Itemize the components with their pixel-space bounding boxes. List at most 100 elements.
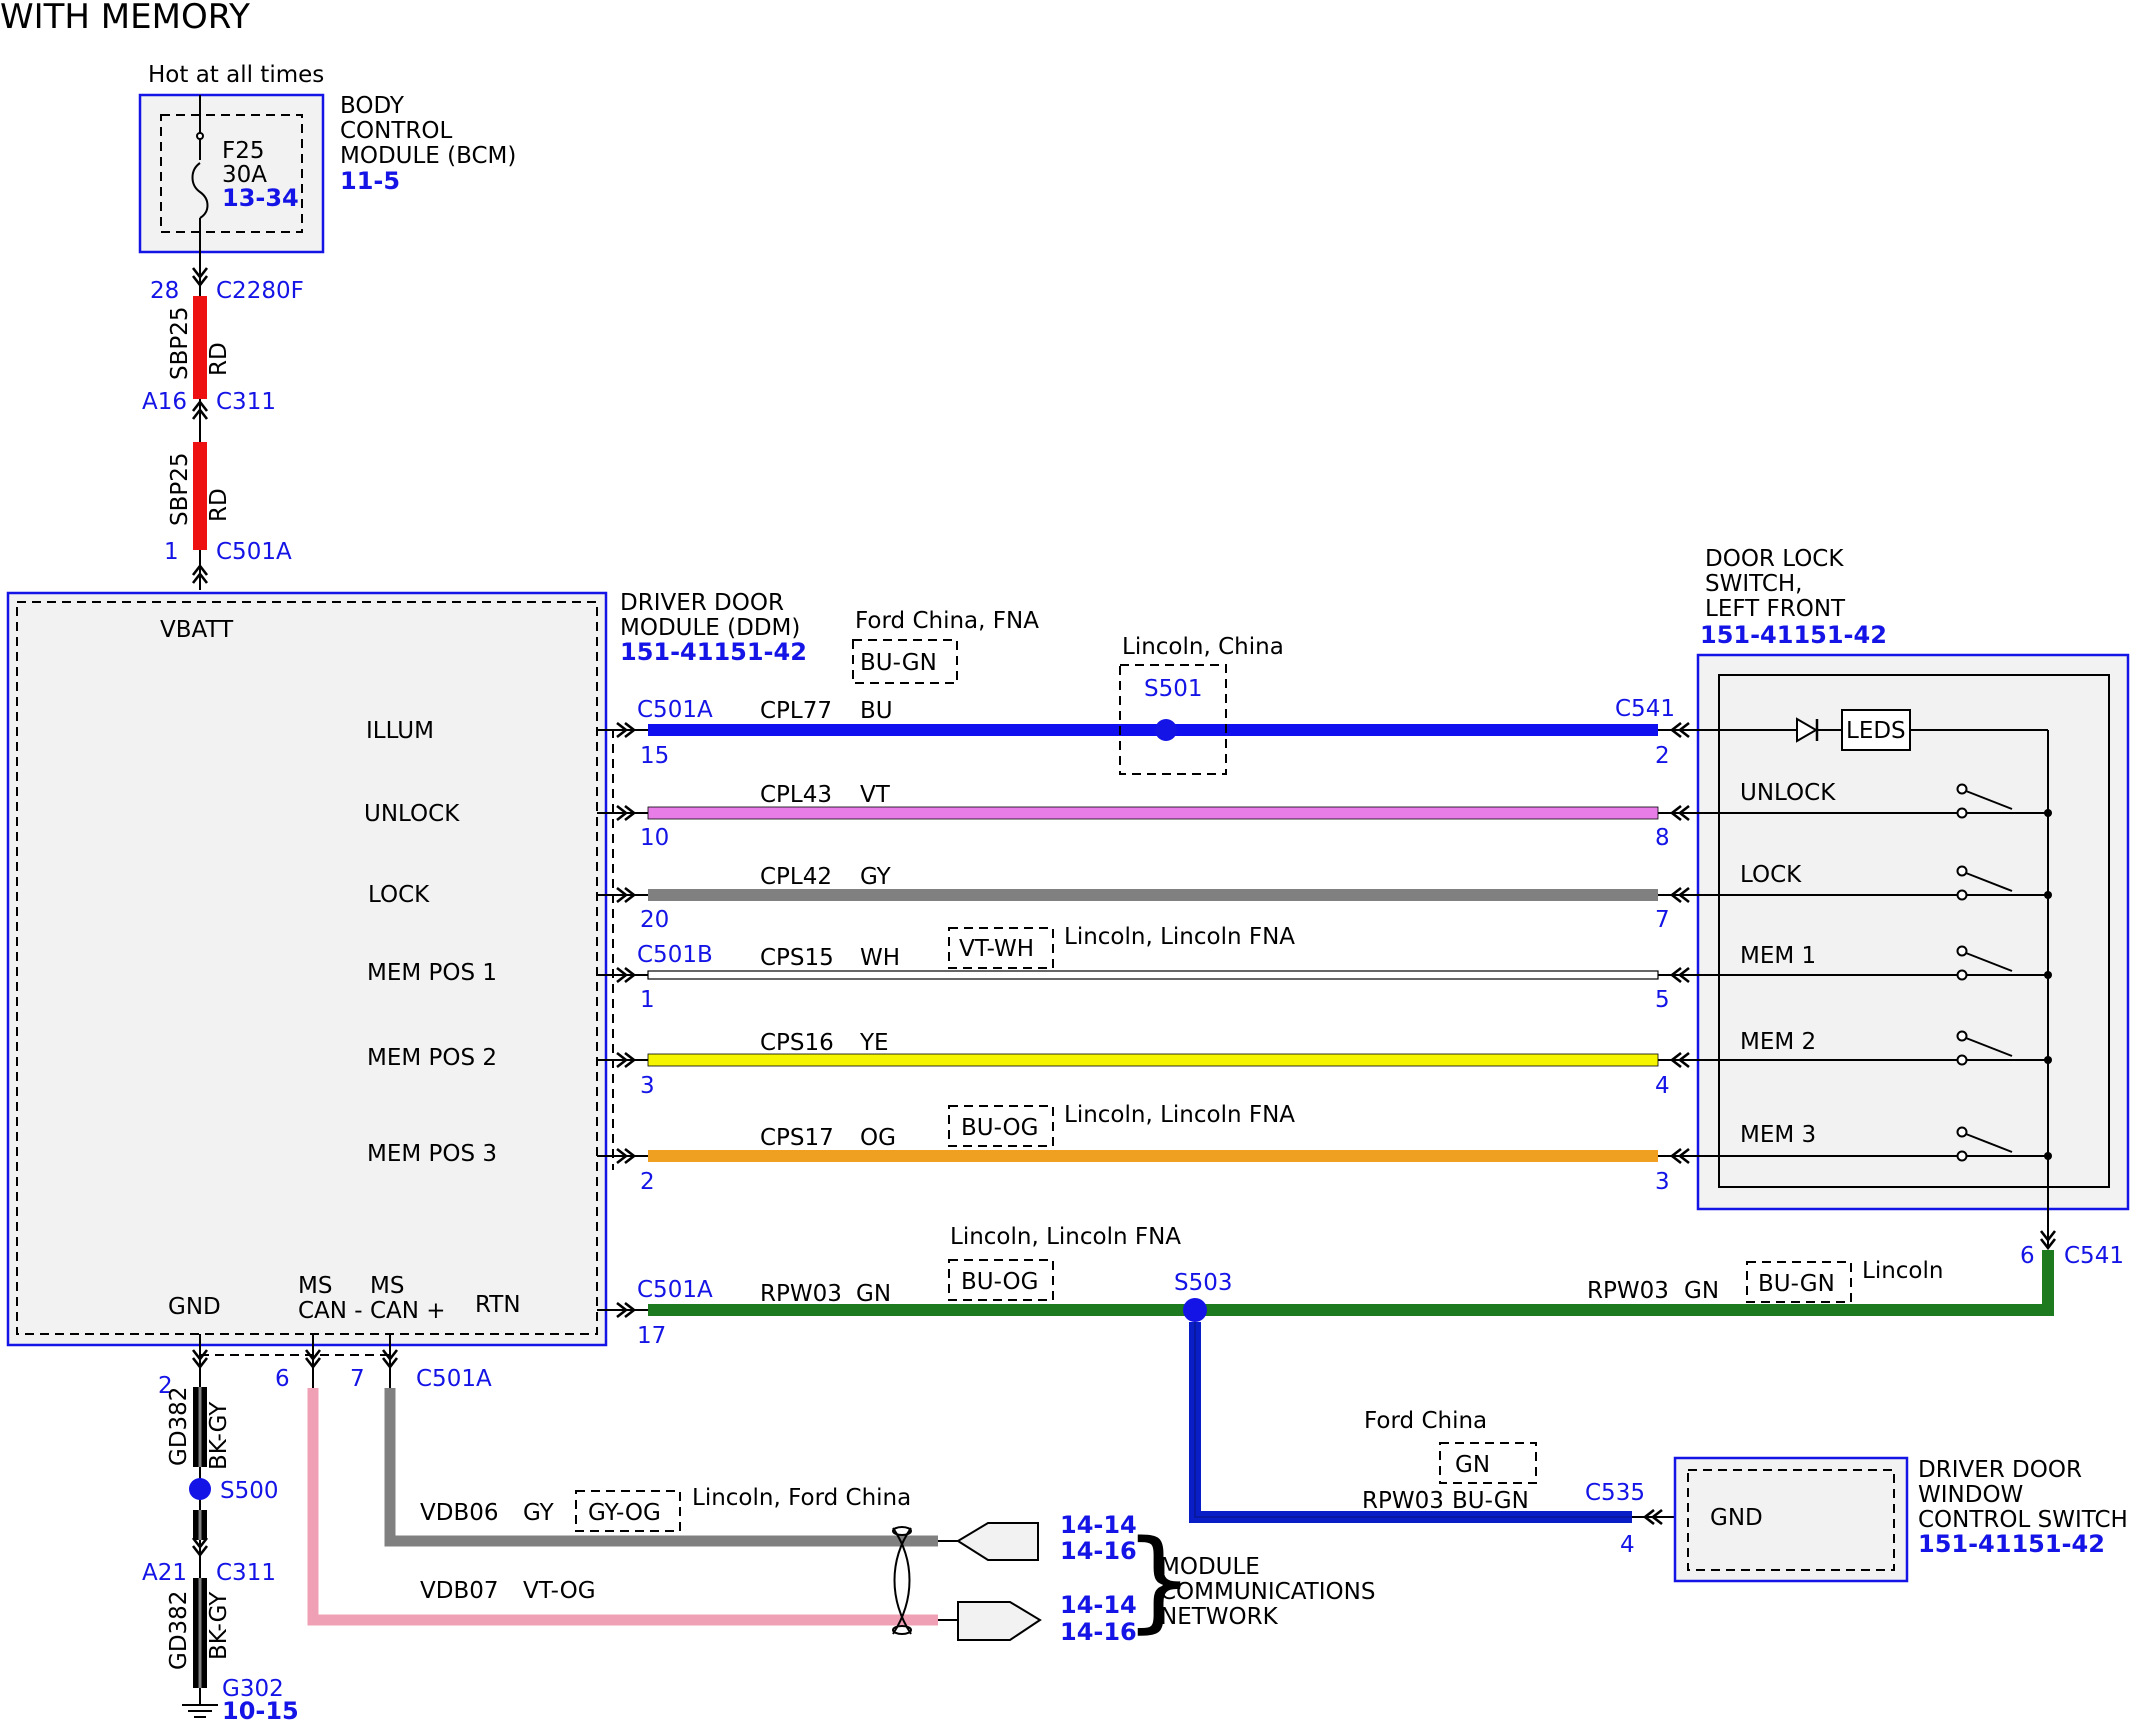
fuse-ref-link[interactable]: 13-34	[222, 184, 299, 212]
switch-ref-link[interactable]: 151-41151-42	[1700, 621, 1887, 649]
window-switch-pin: 4	[1620, 1532, 1635, 1558]
switch-name-line-1: DOOR LOCK	[1705, 546, 1844, 572]
illum-left-connector: C501A	[637, 697, 713, 723]
can-plus-circuit: VDB06	[420, 1500, 499, 1526]
window-switch-option-label: Ford China	[1364, 1408, 1487, 1434]
option-vt-wh: VT-WH	[959, 936, 1034, 962]
illum-color: BU	[860, 698, 893, 724]
wire-cpl77	[648, 724, 1658, 736]
bcm-ref-link[interactable]: 11-5	[340, 167, 400, 195]
diagram-title: WITH MEMORY	[0, 0, 250, 37]
ground-circuit-upper: GD382	[166, 1387, 192, 1466]
network-name-line-1: MODULE	[1160, 1554, 1260, 1580]
circuit-mem1: C501B 1 CPS15 WH 5 VT-WH Lincoln, Lincol…	[597, 924, 1698, 1013]
illum-right-pin: 2	[1655, 743, 1670, 769]
network-name-line-3: NETWORK	[1160, 1604, 1279, 1630]
illum-left-pin: 15	[640, 743, 669, 769]
pin-a16: A16	[142, 389, 187, 415]
circuit-mem3: 2 CPS17 OG 3 BU-OG Lincoln, Lincoln FNA	[597, 1102, 1698, 1195]
lock-circuit: CPL42	[760, 864, 832, 890]
ddm-pin-illum: ILLUM	[366, 718, 434, 744]
mem2-color: YE	[859, 1030, 889, 1056]
switch-name-line-3: LEFT FRONT	[1705, 596, 1846, 622]
bcm-name-line-2: CONTROL	[340, 118, 453, 144]
mem1-left-pin: 1	[640, 987, 655, 1013]
window-switch-gnd: GND	[1710, 1505, 1763, 1531]
window-switch-option-color: GN	[1455, 1452, 1490, 1478]
ddm-pin-mem3: MEM POS 3	[367, 1141, 497, 1167]
rtn-right-color: GN	[1684, 1278, 1719, 1304]
switch-label-mem1: MEM 1	[1740, 943, 1816, 969]
rtn-right-circuit: RPW03	[1587, 1278, 1669, 1304]
ddm-pin-unlock: UNLOCK	[364, 801, 460, 827]
bcm-name-line-1: BODY	[340, 93, 405, 119]
ms-can-circuit: 6 7 C501A VDB06 GY GY-OG Lincoln, Ford C…	[275, 1334, 1375, 1646]
splice-s503-label: S503	[1174, 1270, 1233, 1296]
mem1-left-connector: C501B	[637, 942, 713, 968]
ddm-pin-lock: LOCK	[368, 882, 430, 908]
window-switch-ref-link[interactable]: 151-41151-42	[1918, 1530, 2105, 1558]
rtn-right-option-label: Lincoln	[1862, 1258, 1943, 1284]
option-ford-china-fna: Ford China, FNA	[855, 608, 1039, 634]
door-lock-switch: DOOR LOCK SWITCH, LEFT FRONT 151-41151-4…	[1675, 546, 2130, 1269]
ground-circuit-lower: GD382	[166, 1591, 192, 1670]
switch-name-line-2: SWITCH,	[1705, 571, 1803, 597]
ddm-pin-rtn: RTN	[475, 1292, 521, 1318]
splice-s500-label: S500	[220, 1478, 279, 1504]
ddm-pin-ms-can-plus-line-2: CAN +	[370, 1298, 446, 1324]
wire-cps15	[647, 970, 1659, 980]
can-plus-color: GY	[523, 1500, 555, 1526]
body-control-module: Hot at all times F25 30A 13-34 BODY CONT…	[138, 62, 516, 254]
connector-end-icon-a	[938, 1522, 1039, 1561]
splice-s501-label: S501	[1144, 676, 1203, 702]
circuit-lock: 20 CPL42 GY 7	[597, 864, 1698, 933]
circuit-sbp25-upper: SBP25	[167, 306, 193, 380]
window-switch-name-line-2: WINDOW	[1918, 1482, 2023, 1508]
unlock-right-pin: 8	[1655, 825, 1670, 851]
mem1-color: WH	[860, 945, 900, 971]
can-minus-circuit: VDB07	[420, 1578, 499, 1604]
pin-1: 1	[164, 539, 179, 565]
lock-color: GY	[860, 864, 892, 890]
connector-c501a-top: C501A	[216, 539, 292, 565]
mem3-left-pin: 2	[640, 1169, 655, 1195]
can-minus-color: VT-OG	[523, 1578, 596, 1604]
mem3-color: OG	[860, 1125, 896, 1151]
splice-s501	[1155, 719, 1177, 741]
window-switch-circuit: Ford China GN RPW03 BU-GN C535 4 GND DRI…	[1189, 1322, 2128, 1583]
rtn-color: GN	[856, 1281, 891, 1307]
mem2-circuit: CPS16	[760, 1030, 834, 1056]
mem3-right-pin: 3	[1655, 1169, 1670, 1195]
rtn-circuit: RPW03	[760, 1281, 842, 1307]
hot-at-all-times-label: Hot at all times	[148, 62, 324, 88]
option-bu-gn: BU-GN	[860, 650, 937, 676]
illum-right-connector: C541	[1615, 696, 1675, 722]
connector-c311-top: C311	[216, 389, 276, 415]
can-plus-option-label: Lincoln, Ford China	[692, 1485, 911, 1511]
ddm-pin-mem1: MEM POS 1	[367, 960, 497, 986]
bcm-name-line-3: MODULE (BCM)	[340, 143, 516, 169]
pin-28: 28	[150, 278, 179, 304]
window-switch-circuit-id: RPW03	[1362, 1488, 1444, 1514]
mem3-circuit: CPS17	[760, 1125, 834, 1151]
ground-connector-c311: C311	[216, 1560, 276, 1586]
rtn-right-option-color: BU-GN	[1758, 1271, 1835, 1297]
switch-label-lock: LOCK	[1740, 862, 1802, 888]
option-lincoln-lincoln-fna-mem1: Lincoln, Lincoln FNA	[1064, 924, 1295, 950]
circuit-rtn: C501A 17 RPW03 GN Lincoln, Lincoln FNA B…	[597, 1224, 2054, 1349]
color-rd-upper: RD	[206, 342, 232, 376]
ground-ref-link[interactable]: 10-15	[222, 1697, 299, 1721]
ground-icon	[182, 1704, 218, 1718]
ddm-pin-ms-can-minus-line-1: MS	[298, 1273, 332, 1299]
unlock-left-pin: 10	[640, 825, 669, 851]
circuit-mem2: 3 CPS16 YE 4	[597, 1030, 1698, 1099]
ddm-name-line-1: DRIVER DOOR	[620, 590, 784, 616]
ground-color-lower: BK-GY	[206, 1591, 232, 1660]
unlock-color: VT	[860, 782, 891, 808]
switch-label-mem2: MEM 2	[1740, 1029, 1816, 1055]
ground-circuit: 2 GD382 BK-GY S500 A21 C311 GD382 BK-GY …	[142, 1334, 390, 1721]
can-connector: C501A	[416, 1366, 492, 1392]
ddm-ref-link[interactable]: 151-41151-42	[620, 638, 807, 666]
option-lincoln-china: Lincoln, China	[1122, 634, 1284, 660]
splice-s503	[1183, 1298, 1207, 1322]
